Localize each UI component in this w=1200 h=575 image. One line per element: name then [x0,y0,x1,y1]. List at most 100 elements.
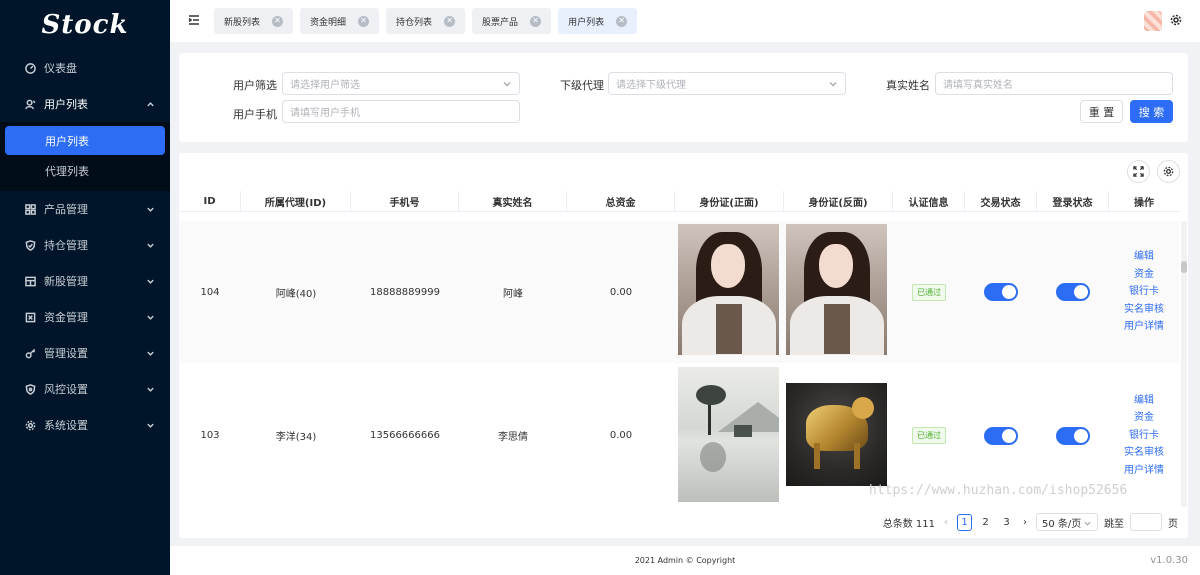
chevron-down-icon [1084,519,1091,530]
id-card-back-image[interactable] [786,383,887,486]
cell-agent: 李洋(34) [275,432,317,443]
key-icon [24,347,36,359]
bank-card-link[interactable]: 银行卡 [1129,427,1159,445]
sidebar-item-label: 用户列表 [44,98,88,111]
realname-review-link[interactable]: 实名审核 [1124,444,1164,462]
close-icon[interactable]: ✕ [444,15,456,27]
column-header[interactable]: 身份证(反面) [784,191,893,212]
user-details-link[interactable]: 用户详情 [1124,462,1164,480]
id-card-back-image[interactable] [786,224,887,355]
table-scrollbar[interactable] [1181,221,1187,507]
prev-page-icon[interactable]: ‹ [941,517,951,528]
column-header[interactable]: 总资金 [567,191,675,212]
fullscreen-icon[interactable] [1127,160,1150,183]
dashboard-icon [24,62,36,74]
avatar[interactable] [1144,11,1162,31]
realname-review-link[interactable]: 实名审核 [1124,301,1164,319]
id-card-front-image[interactable] [678,224,779,355]
chevron-down-icon [146,240,156,250]
funds-link[interactable]: 资金 [1134,266,1154,284]
sidebar-item-user-list[interactable]: 用户列表 [0,86,170,122]
tab-position-list[interactable]: 持仓列表 ✕ [386,8,466,34]
reset-button[interactable]: 重 置 [1080,100,1123,123]
total-count: 总条数 111 [882,518,935,530]
login-status-toggle[interactable] [1056,426,1090,445]
sidebar-item-dashboard[interactable]: 仪表盘 [0,50,170,86]
tab-label: 新股列表 [224,17,261,28]
sidebar-item-label: 仪表盘 [44,62,77,75]
realname-input[interactable]: 请填写真实姓名 [935,72,1173,95]
column-header[interactable]: 真实姓名 [459,191,567,212]
sidebar-item-risk-settings[interactable]: 风控设置 [0,371,170,407]
sidebar-item-positions[interactable]: 持仓管理 [0,227,170,263]
scrollbar-thumb[interactable] [1181,261,1187,273]
user-details-link[interactable]: 用户详情 [1124,318,1164,336]
column-header[interactable]: 所属代理(ID) [241,191,351,212]
search-button[interactable]: 搜 索 [1130,100,1173,123]
cell-auth: 已通过 [893,221,965,363]
sidebar-item-label: 系统设置 [44,419,88,432]
grid-icon [24,203,36,215]
sidebar-item-ipo[interactable]: 新股管理 [0,263,170,299]
next-page-icon[interactable]: › [1020,517,1030,528]
close-icon[interactable]: ✕ [616,15,628,27]
tab-fund-details[interactable]: 资金明细 ✕ [300,8,380,34]
column-header[interactable]: 操作 [1109,191,1179,212]
tab-ipo-list[interactable]: 新股列表 ✕ [214,8,294,34]
phone-label: 用户手机 [233,108,277,121]
shield-alert-icon [24,383,36,395]
sidebar-item-funds[interactable]: 资金管理 [0,299,170,335]
sidebar-item-admin-settings[interactable]: 管理设置 [0,335,170,371]
column-settings-icon[interactable] [1157,160,1180,183]
bank-card-link[interactable]: 银行卡 [1129,283,1159,301]
watermark: https://www.huzhan.com/ishop52656 [869,483,1128,498]
column-header[interactable]: 手机号 [351,191,459,212]
settings-gear-icon[interactable] [1170,14,1182,26]
tab-user-list[interactable]: 用户列表 ✕ [558,8,638,34]
pagination: 总条数 111 ‹ 1 2 3 › 50 条/页 跳至 页 [883,512,1188,532]
trade-status-toggle[interactable] [984,426,1018,445]
column-header[interactable]: 身份证(正面) [675,191,784,212]
login-status-toggle[interactable] [1056,283,1090,301]
sidebar-subitem-agent-list[interactable]: 代理列表 [0,155,170,187]
page-size-select[interactable]: 50 条/页 [1036,513,1098,531]
column-header[interactable]: 认证信息 [893,191,965,212]
wallet-icon [24,311,36,323]
close-icon[interactable]: ✕ [358,15,370,27]
cell-name: 阿峰 [503,288,523,300]
filter-panel: 用户筛选 请选择用户筛选 下级代理 请选择下级代理 真实姓名 请填写真实姓名 用… [179,53,1188,142]
agent-select[interactable]: 请选择下级代理 [608,72,846,95]
chevron-down-icon [146,276,156,286]
status-badge: 已通过 [912,427,946,444]
phone-input[interactable]: 请填写用户手机 [282,100,520,123]
user-filter-label: 用户筛选 [233,79,277,92]
menu-collapse-icon[interactable] [188,14,202,28]
sidebar-item-products[interactable]: 产品管理 [0,191,170,227]
column-header[interactable]: ID [179,191,241,212]
tab-stock-products[interactable]: 股票产品 ✕ [472,8,552,34]
cell-ops: 编辑 资金 银行卡 实名审核 用户详情 [1109,221,1179,363]
sidebar-item-label: 持仓管理 [44,239,88,252]
column-header[interactable]: 登录状态 [1037,191,1109,212]
edit-link[interactable]: 编辑 [1134,248,1154,266]
sidebar: Stock 仪表盘 用户列表 用户列表 代理列表 产品管理 持仓管理 新股管理 … [0,0,170,575]
user-filter-select[interactable]: 请选择用户筛选 [282,72,520,95]
trade-status-toggle[interactable] [984,283,1018,301]
page-1[interactable]: 1 [957,513,972,531]
sidebar-subitem-user-list[interactable]: 用户列表 [5,126,165,155]
close-icon[interactable]: ✕ [272,15,284,27]
sidebar-item-system-settings[interactable]: 系统设置 [0,407,170,443]
jump-page-input[interactable] [1130,513,1162,531]
status-badge: 已通过 [912,283,946,301]
edit-link[interactable]: 编辑 [1134,392,1154,410]
placeholder: 请选择下级代理 [616,80,686,91]
column-header[interactable]: 交易状态 [965,191,1037,212]
page-2[interactable]: 2 [978,514,993,531]
page-3[interactable]: 3 [999,514,1014,531]
table-card: ID 所属代理(ID) 手机号 真实姓名 总资金 身份证(正面) 身份证(反面)… [179,153,1188,538]
tab-label: 用户列表 [568,17,605,28]
gear-icon [24,419,36,431]
funds-link[interactable]: 资金 [1134,409,1154,427]
id-card-front-image[interactable] [678,367,779,502]
close-icon[interactable]: ✕ [530,15,542,27]
